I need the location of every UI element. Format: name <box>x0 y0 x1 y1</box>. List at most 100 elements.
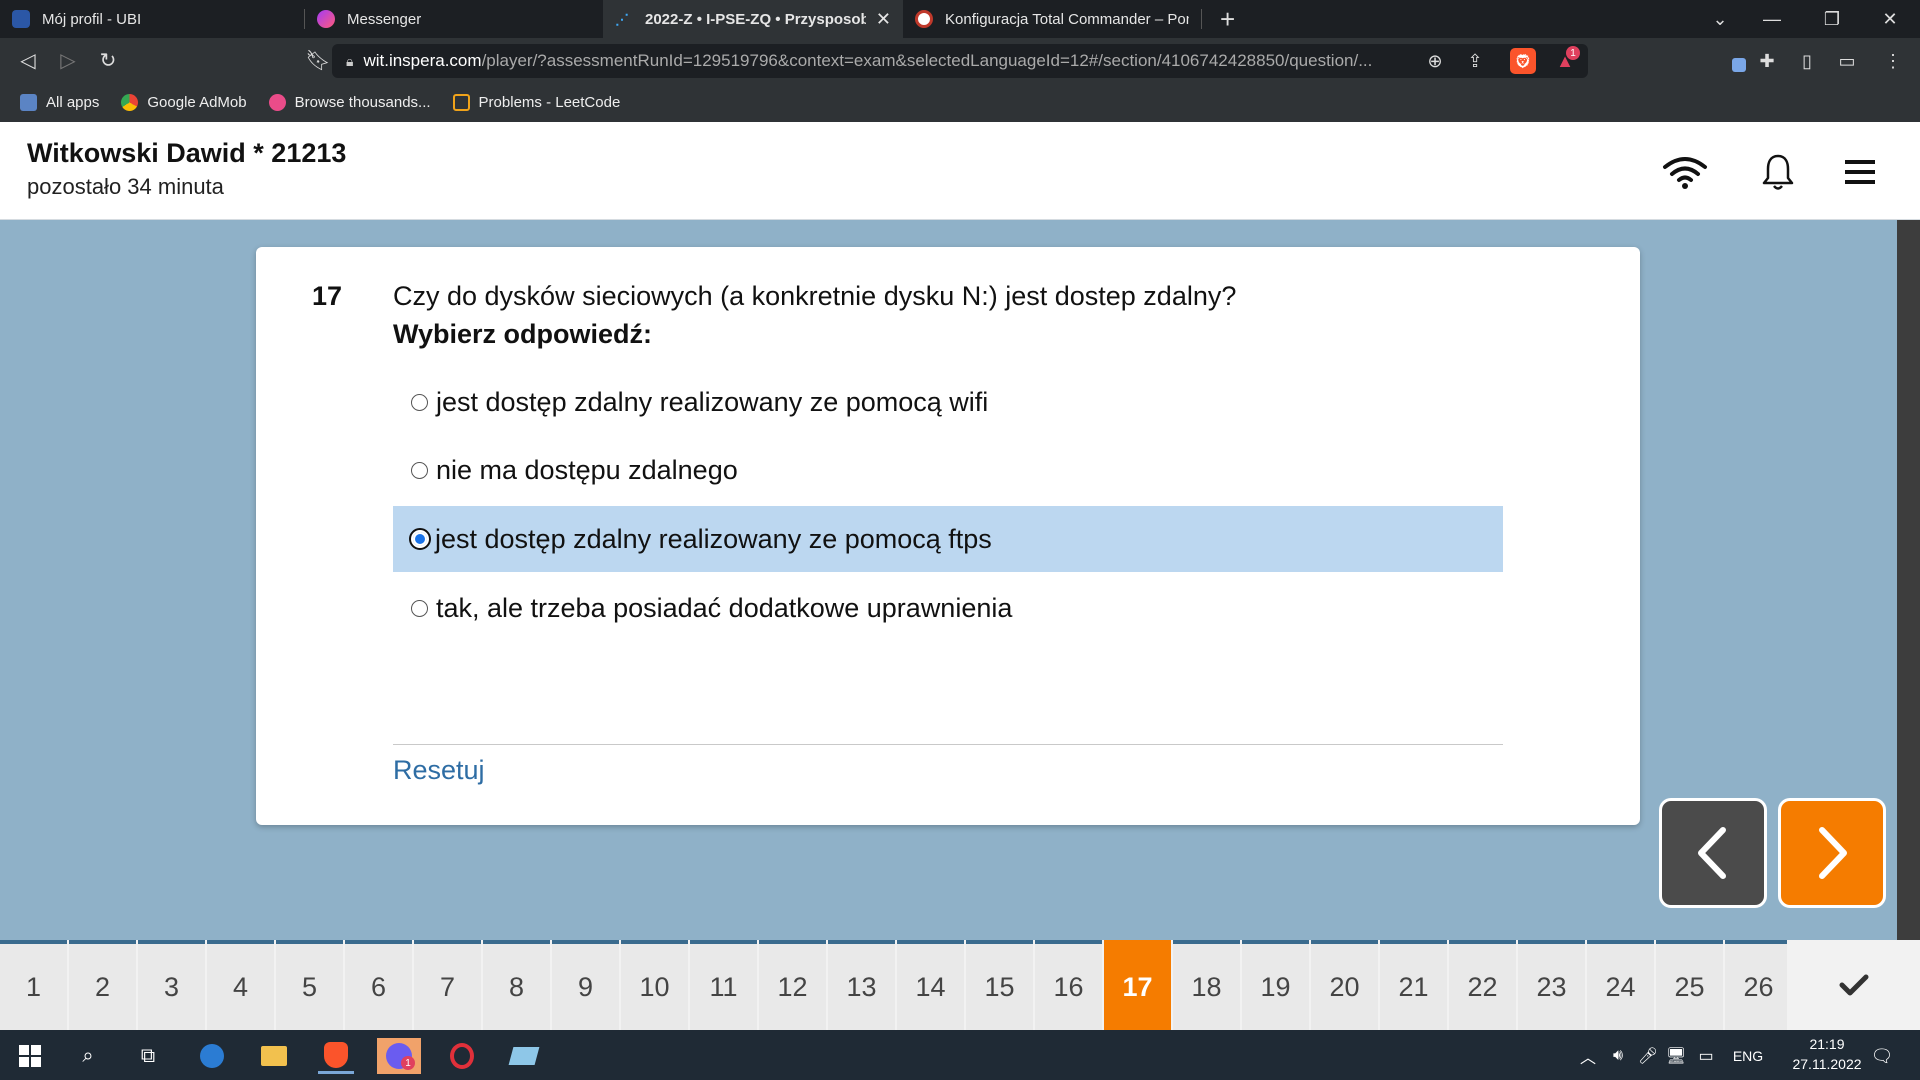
question-nav-button[interactable]: 22 <box>1449 940 1516 1030</box>
answer-label: jest dostęp zdalny realizowany ze pomocą… <box>435 523 992 554</box>
bookmark-leetcode[interactable]: Problems - LeetCode <box>452 93 620 111</box>
battery-icon[interactable]: ▭ <box>1688 1038 1724 1074</box>
question-nav-button[interactable]: 25 <box>1656 940 1723 1030</box>
question-text: Czy do dysków sieciowych (a konkretnie d… <box>393 281 1237 311</box>
bookmarks-bar: All apps Google AdMob Browse thousands..… <box>0 82 1920 122</box>
question-nav-button[interactable]: 16 <box>1035 940 1102 1030</box>
tab-messenger[interactable]: Messenger <box>305 0 603 38</box>
question-instruction: Wybierz odpowiedź: <box>393 319 653 349</box>
question-nav-button[interactable]: 8 <box>483 940 550 1030</box>
zoom-icon[interactable]: ⊕ <box>1422 48 1448 74</box>
clock-time[interactable]: 21:19 <box>1792 1036 1862 1052</box>
tab-ubi[interactable]: Mój profil - UBI <box>0 0 304 38</box>
new-tab-icon[interactable]: + <box>1220 4 1235 35</box>
url-path: /player/?assessmentRunId=129519796&conte… <box>481 51 1373 70</box>
question-nav-button[interactable]: 9 <box>552 940 619 1030</box>
question-nav-button[interactable]: 7 <box>414 940 481 1030</box>
question-nav-button[interactable]: 5 <box>276 940 343 1030</box>
question-nav-button[interactable]: 13 <box>828 940 895 1030</box>
question-nav-button[interactable]: 24 <box>1587 940 1654 1030</box>
candidate-name: Witkowski Dawid * 21213 <box>27 138 347 168</box>
radio-button[interactable] <box>411 599 428 617</box>
app-icon[interactable] <box>506 1038 542 1074</box>
forward-icon[interactable]: ▷ <box>48 38 88 82</box>
dribbble-icon <box>268 93 286 111</box>
menu-kebab-icon[interactable]: ⋮ <box>1880 48 1906 74</box>
question-nav-button[interactable]: 1 <box>0 940 67 1030</box>
bookmark-dribbble[interactable]: Browse thousands... <box>268 93 431 111</box>
bell-icon[interactable] <box>1754 148 1802 196</box>
question-nav-button[interactable]: 18 <box>1173 940 1240 1030</box>
answer-option[interactable]: nie ma dostępu zdalnego <box>393 437 1503 503</box>
brave-rewards-icon[interactable]: ▲ 1 <box>1552 46 1580 74</box>
question-nav-button[interactable]: 26 <box>1725 940 1792 1030</box>
question-nav-button[interactable]: 23 <box>1518 940 1585 1030</box>
reset-link[interactable]: Resetuj <box>393 755 485 786</box>
address-bar[interactable]: 🔒︎ wit.inspera.com /player/?assessmentRu… <box>332 44 1588 78</box>
brave-browser-icon[interactable] <box>318 1038 354 1074</box>
question-nav-button[interactable]: 2 <box>69 940 136 1030</box>
radio-button[interactable] <box>411 393 428 411</box>
tab-search-chevron-icon[interactable]: ⌄ <box>1690 0 1750 38</box>
radio-button[interactable] <box>411 461 428 479</box>
browser-tab-bar: Mój profil - UBI Messenger ⋰ 2022-Z • I-… <box>0 0 1920 38</box>
hamburger-menu-icon[interactable] <box>1836 148 1884 196</box>
tab-inspera[interactable]: ⋰ 2022-Z • I-PSE-ZQ • Przysposobie ✕ <box>603 0 903 38</box>
question-nav-button[interactable]: 21 <box>1380 940 1447 1030</box>
wifi-icon[interactable] <box>1661 148 1709 196</box>
question-nav-button[interactable]: 10 <box>621 940 688 1030</box>
share-icon[interactable]: ⇪ <box>1462 48 1488 74</box>
question-nav-button[interactable]: 4 <box>207 940 274 1030</box>
leetcode-icon <box>452 93 470 111</box>
close-tab-icon[interactable]: ✕ <box>866 9 891 30</box>
action-center-icon[interactable]: 🗨︎ <box>1864 1038 1900 1074</box>
brave-shields-icon[interactable]: 🦁︎ <box>1510 48 1536 74</box>
question-nav-button[interactable]: 15 <box>966 940 1033 1030</box>
question-nav-button[interactable]: 12 <box>759 940 826 1030</box>
radio-button-checked[interactable] <box>409 528 431 550</box>
sidebar-icon[interactable]: ▯ <box>1794 48 1820 74</box>
finish-exam-button[interactable] <box>1787 940 1920 1030</box>
tab-title: Konfiguracja Total Commander – Pom <box>945 10 1189 28</box>
tab-title: Messenger <box>347 10 422 28</box>
question-nav-button[interactable]: 19 <box>1242 940 1309 1030</box>
question-nav-button[interactable]: 20 <box>1311 940 1378 1030</box>
previous-question-button[interactable] <box>1659 798 1767 908</box>
answer-option[interactable]: tak, ale trzeba posiadać dodatkowe upraw… <box>393 575 1503 641</box>
opera-icon[interactable] <box>444 1038 480 1074</box>
messenger-app-icon[interactable]: 1 <box>377 1038 421 1074</box>
extension-pin-icon[interactable] <box>1722 48 1748 74</box>
question-navigation: 1 2 3 4 5 6 7 8 9 10 11 12 13 14 15 16 1… <box>0 940 1920 1030</box>
restore-icon[interactable]: ❐ <box>1802 0 1862 38</box>
task-view-icon[interactable]: ⧉ <box>130 1038 166 1074</box>
windows-start-icon[interactable] <box>12 1038 48 1074</box>
question-nav-button-current[interactable]: 17 <box>1104 940 1171 1030</box>
question-nav-button[interactable]: 6 <box>345 940 412 1030</box>
scrollbar[interactable] <box>1897 220 1920 940</box>
bookmark-all-apps[interactable]: All apps <box>20 93 99 111</box>
next-question-button[interactable] <box>1778 798 1886 908</box>
wallet-icon[interactable]: ▭ <box>1834 48 1860 74</box>
question-nav-button[interactable]: 14 <box>897 940 964 1030</box>
back-icon[interactable]: ◁ <box>8 38 48 82</box>
reload-icon[interactable]: ↻ <box>88 38 128 82</box>
word-app-icon[interactable] <box>194 1038 230 1074</box>
answer-label: tak, ale trzeba posiadać dodatkowe upraw… <box>436 592 1013 623</box>
search-icon[interactable]: ⌕ <box>70 1038 106 1074</box>
minimize-icon[interactable]: — <box>1742 0 1802 38</box>
close-window-icon[interactable]: ✕ <box>1860 0 1920 38</box>
bookmark-label: Google AdMob <box>147 93 247 111</box>
file-explorer-icon[interactable] <box>256 1038 292 1074</box>
question-nav-button[interactable]: 3 <box>138 940 205 1030</box>
language-indicator[interactable]: ENG <box>1726 1038 1770 1074</box>
exam-header: Witkowski Dawid * 21213 pozostało 34 min… <box>0 122 1920 220</box>
answer-option[interactable]: jest dostęp zdalny realizowany ze pomocą… <box>393 369 1503 435</box>
question-nav-button[interactable]: 11 <box>690 940 757 1030</box>
admob-icon <box>121 93 139 111</box>
bookmark-google-admob[interactable]: Google AdMob <box>121 93 247 111</box>
tab-total-commander[interactable]: Konfiguracja Total Commander – Pom <box>903 0 1201 38</box>
answer-option-selected[interactable]: jest dostęp zdalny realizowany ze pomocą… <box>393 506 1503 572</box>
extensions-icon[interactable]: ✚ <box>1754 48 1780 74</box>
answer-label: nie ma dostępu zdalnego <box>436 454 738 485</box>
chevron-right-icon <box>1819 827 1847 879</box>
